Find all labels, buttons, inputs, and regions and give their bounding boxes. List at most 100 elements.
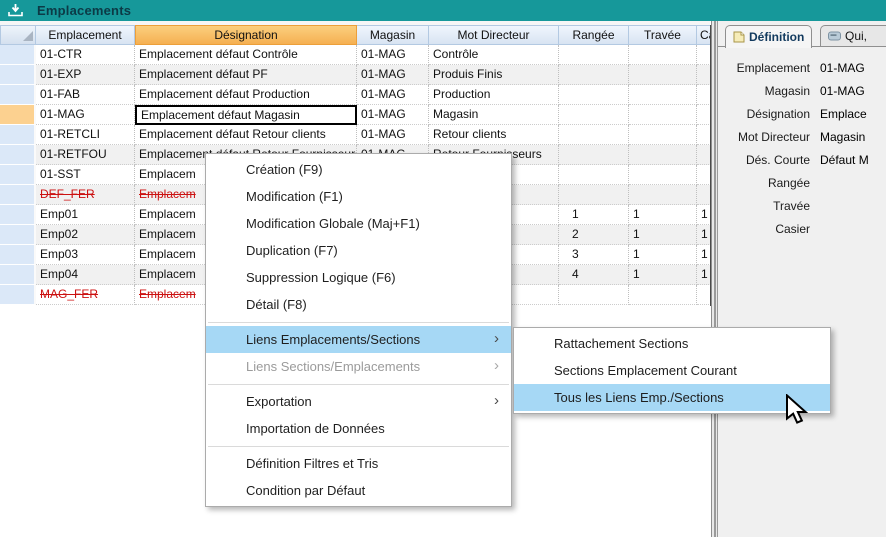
menu-item-exportation[interactable]: Exportation› — [206, 388, 511, 415]
cell-casier[interactable] — [697, 105, 711, 125]
cell-travee[interactable] — [629, 165, 697, 185]
cell-casier[interactable]: 1 — [697, 245, 711, 265]
cell-magasin[interactable]: 01-MAG — [357, 105, 429, 125]
row-selector[interactable] — [0, 85, 36, 105]
column-header-travee[interactable]: Travée — [629, 25, 697, 45]
cell-rangee[interactable] — [559, 145, 629, 165]
cell-emplacement[interactable]: DEF_FER — [36, 185, 135, 205]
menu-item-modification-globale-maj-f1[interactable]: Modification Globale (Maj+F1) — [206, 210, 511, 237]
cell-travee[interactable] — [629, 125, 697, 145]
cell-rangee[interactable]: 4 — [559, 265, 629, 285]
column-header-emplacement[interactable]: Emplacement — [36, 25, 135, 45]
submenu-item-tous-les-liens-emp-sections[interactable]: Tous les Liens Emp./Sections — [514, 384, 830, 411]
row-selector[interactable] — [0, 165, 36, 185]
cell-casier[interactable] — [697, 185, 711, 205]
cell-travee[interactable] — [629, 185, 697, 205]
cell-travee[interactable] — [629, 145, 697, 165]
submenu-item-sections-emplacement-courant[interactable]: Sections Emplacement Courant — [514, 357, 830, 384]
cell-emplacement[interactable]: 01-RETFOU — [36, 145, 135, 165]
cell-casier[interactable]: 1 — [697, 265, 711, 285]
cell-emplacement[interactable]: Emp04 — [36, 265, 135, 285]
cell-travee[interactable] — [629, 65, 697, 85]
cell-casier[interactable] — [697, 145, 711, 165]
cell-travee[interactable] — [629, 45, 697, 65]
menu-item-d-finition-filtres-et-tris[interactable]: Définition Filtres et Tris — [206, 450, 511, 477]
column-header-magasin[interactable]: Magasin — [357, 25, 429, 45]
menu-item-cr-ation-f9[interactable]: Création (F9) — [206, 156, 511, 183]
cell-casier[interactable] — [697, 285, 711, 305]
cell-magasin[interactable]: 01-MAG — [357, 85, 429, 105]
menu-item-suppression-logique-f6[interactable]: Suppression Logique (F6) — [206, 264, 511, 291]
cell-rangee[interactable] — [559, 65, 629, 85]
row-selector[interactable] — [0, 145, 36, 165]
cell-travee[interactable]: 1 — [629, 205, 697, 225]
row-selector[interactable] — [0, 185, 36, 205]
cell-magasin[interactable]: 01-MAG — [357, 45, 429, 65]
cell-rangee[interactable]: 1 — [559, 205, 629, 225]
menu-item-importation-de-donn-es[interactable]: Importation de Données — [206, 415, 511, 442]
cell-rangee[interactable] — [559, 85, 629, 105]
cell-rangee[interactable]: 3 — [559, 245, 629, 265]
row-selector[interactable] — [0, 45, 36, 65]
cell-emplacement[interactable]: 01-FAB — [36, 85, 135, 105]
cell-travee[interactable] — [629, 105, 697, 125]
tab-definition[interactable]: Définition — [725, 25, 812, 48]
cell-emplacement[interactable]: 01-SST — [36, 165, 135, 185]
column-header-mot_directeur[interactable]: Mot Directeur — [429, 25, 559, 45]
row-selector[interactable] — [0, 125, 36, 145]
menu-item-duplication-f7[interactable]: Duplication (F7) — [206, 237, 511, 264]
menu-item-modification-f1[interactable]: Modification (F1) — [206, 183, 511, 210]
cell-casier[interactable] — [697, 125, 711, 145]
cell-emplacement[interactable]: 01-CTR — [36, 45, 135, 65]
cell-mot_directeur[interactable]: Magasin — [429, 105, 559, 125]
menu-item-d-tail-f8[interactable]: Détail (F8) — [206, 291, 511, 318]
cell-emplacement[interactable]: Emp02 — [36, 225, 135, 245]
cell-travee[interactable]: 1 — [629, 265, 697, 285]
submenu-item-rattachement-sections[interactable]: Rattachement Sections — [514, 330, 830, 357]
menu-item-liens-emplacements-sections[interactable]: Liens Emplacements/Sections› — [206, 326, 511, 353]
row-selector[interactable] — [0, 105, 36, 125]
cell-casier[interactable] — [697, 65, 711, 85]
row-selector[interactable] — [0, 245, 36, 265]
cell-mot_directeur[interactable]: Retour clients — [429, 125, 559, 145]
cell-emplacement[interactable]: 01-MAG — [36, 105, 135, 125]
cell-mot_directeur[interactable]: Contrôle — [429, 45, 559, 65]
row-selector[interactable] — [0, 265, 36, 285]
cell-emplacement[interactable]: 01-RETCLI — [36, 125, 135, 145]
cell-casier[interactable] — [697, 45, 711, 65]
cell-mot_directeur[interactable]: Production — [429, 85, 559, 105]
cell-rangee[interactable] — [559, 125, 629, 145]
cell-rangee[interactable] — [559, 105, 629, 125]
cell-travee[interactable] — [629, 285, 697, 305]
cell-travee[interactable]: 1 — [629, 245, 697, 265]
cell-casier[interactable] — [697, 85, 711, 105]
row-selector[interactable] — [0, 205, 36, 225]
cell-mot_directeur[interactable]: Produis Finis — [429, 65, 559, 85]
cell-rangee[interactable] — [559, 45, 629, 65]
cell-designation[interactable]: Emplacement défaut Production — [135, 85, 357, 105]
cell-emplacement[interactable]: Emp01 — [36, 205, 135, 225]
cell-designation[interactable]: Emplacement défaut Magasin — [135, 105, 357, 125]
cell-emplacement[interactable]: MAG_FER — [36, 285, 135, 305]
column-header-rangee[interactable]: Rangée — [559, 25, 629, 45]
column-header-designation[interactable]: Désignation — [135, 25, 357, 45]
cell-designation[interactable]: Emplacement défaut PF — [135, 65, 357, 85]
cell-rangee[interactable] — [559, 165, 629, 185]
cell-emplacement[interactable]: Emp03 — [36, 245, 135, 265]
cell-rangee[interactable] — [559, 285, 629, 305]
cell-casier[interactable] — [697, 165, 711, 185]
cell-designation[interactable]: Emplacement défaut Retour clients — [135, 125, 357, 145]
cell-rangee[interactable] — [559, 185, 629, 205]
menu-item-condition-par-d-faut[interactable]: Condition par Défaut — [206, 477, 511, 504]
tab-qui[interactable]: Qui, — [820, 25, 886, 46]
cell-casier[interactable]: 1 — [697, 205, 711, 225]
row-selector[interactable] — [0, 225, 36, 245]
column-header-casier[interactable]: Casier — [697, 25, 711, 45]
cell-rangee[interactable]: 2 — [559, 225, 629, 245]
cell-emplacement[interactable]: 01-EXP — [36, 65, 135, 85]
row-selector[interactable] — [0, 65, 36, 85]
cell-travee[interactable] — [629, 85, 697, 105]
cell-magasin[interactable]: 01-MAG — [357, 125, 429, 145]
row-selector[interactable] — [0, 285, 36, 305]
select-all-header-cell[interactable] — [0, 25, 36, 45]
